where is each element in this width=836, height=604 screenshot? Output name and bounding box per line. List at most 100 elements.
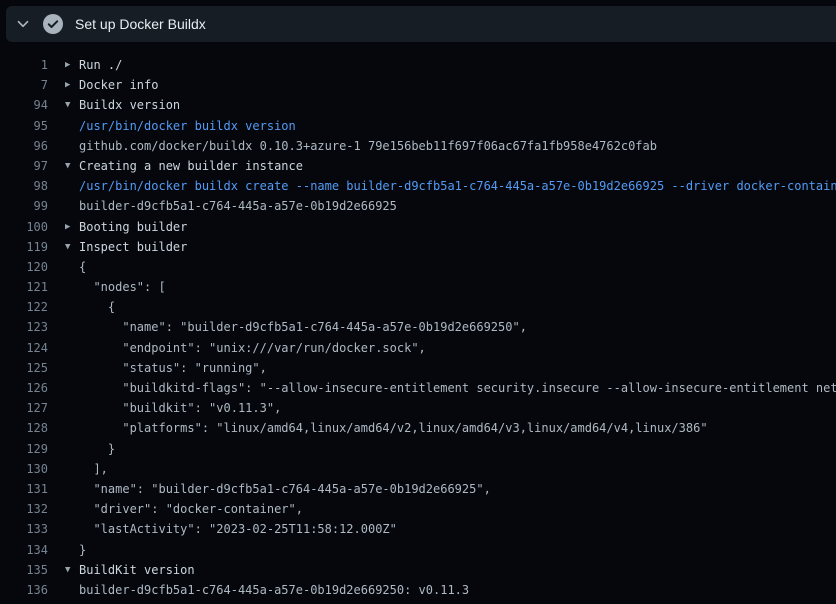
output-text: "buildkit": "v0.11.3",: [79, 398, 281, 418]
output-text: "buildkitd-flags": "--allow-insecure-ent…: [79, 378, 836, 398]
triangle-right-icon[interactable]: ▶: [65, 75, 79, 95]
group-title[interactable]: Buildx version: [79, 95, 180, 115]
line-number-link[interactable]: 99: [0, 196, 48, 216]
log-line: 120 {: [0, 257, 836, 277]
line-number-link[interactable]: 94: [0, 95, 48, 115]
output-text: "lastActivity": "2023-02-25T11:58:12.000…: [79, 519, 397, 539]
triangle-right-icon[interactable]: ▶: [65, 217, 79, 237]
line-number-link[interactable]: 121: [0, 277, 48, 297]
output-text: ],: [79, 459, 108, 479]
log-line: 130 ],: [0, 459, 836, 479]
output-text: "endpoint": "unix:///var/run/docker.sock…: [79, 338, 426, 358]
line-number-link[interactable]: 100: [0, 217, 48, 237]
line-number-link[interactable]: 7: [0, 75, 48, 95]
line-number-link[interactable]: 130: [0, 459, 48, 479]
arrow-spacer: [65, 317, 79, 337]
line-number-link[interactable]: 129: [0, 439, 48, 459]
group-title[interactable]: Inspect builder: [79, 237, 187, 257]
group-title[interactable]: Run ./: [79, 55, 122, 75]
log-group-row[interactable]: 100 ▶Booting builder: [0, 217, 836, 237]
line-number-link[interactable]: 1: [0, 55, 48, 75]
triangle-down-icon[interactable]: ▼: [65, 95, 79, 115]
line-number-link[interactable]: 134: [0, 540, 48, 560]
log-line: 95/usr/bin/docker buildx version: [0, 116, 836, 136]
line-number-link[interactable]: 119: [0, 237, 48, 257]
line-number-link[interactable]: 127: [0, 398, 48, 418]
log-line: 121 "nodes": [: [0, 277, 836, 297]
output-text: "status": "running",: [79, 358, 267, 378]
triangle-right-icon[interactable]: ▶: [65, 55, 79, 75]
line-number-link[interactable]: 132: [0, 499, 48, 519]
line-number-link[interactable]: 124: [0, 338, 48, 358]
log-area: 1▶Run ./7▶Docker info94▼Buildx version95…: [0, 42, 836, 604]
arrow-spacer: [65, 540, 79, 560]
line-number-link[interactable]: 120: [0, 257, 48, 277]
output-text: "platforms": "linux/amd64,linux/amd64/v2…: [79, 418, 708, 438]
log-group-row[interactable]: 7 ▶Docker info: [0, 75, 836, 95]
output-text: "name": "builder-d9cfb5a1-c764-445a-a57e…: [79, 317, 527, 337]
log-line: 99builder-d9cfb5a1-c764-445a-a57e-0b19d2…: [0, 196, 836, 216]
group-title[interactable]: Booting builder: [79, 217, 187, 237]
output-text: "nodes": [: [79, 277, 166, 297]
log-line: 96github.com/docker/buildx 0.10.3+azure-…: [0, 136, 836, 156]
triangle-down-icon[interactable]: ▼: [65, 237, 79, 257]
line-number-link[interactable]: 135: [0, 560, 48, 580]
arrow-spacer: [65, 499, 79, 519]
arrow-spacer: [65, 338, 79, 358]
output-text: {: [79, 257, 86, 277]
line-number-link[interactable]: 125: [0, 358, 48, 378]
log-line: 131 "name": "builder-d9cfb5a1-c764-445a-…: [0, 479, 836, 499]
line-number-link[interactable]: 131: [0, 479, 48, 499]
arrow-spacer: [65, 378, 79, 398]
log-group-row[interactable]: 97 ▼Creating a new builder instance: [0, 156, 836, 176]
arrow-spacer: [65, 439, 79, 459]
arrow-spacer: [65, 398, 79, 418]
line-number-link[interactable]: 122: [0, 297, 48, 317]
line-number-link[interactable]: 95: [0, 116, 48, 136]
group-title[interactable]: Creating a new builder instance: [79, 156, 303, 176]
log-line: 98/usr/bin/docker buildx create --name b…: [0, 176, 836, 196]
command-text: /usr/bin/docker buildx version: [79, 116, 296, 136]
arrow-spacer: [65, 196, 79, 216]
arrow-spacer: [65, 459, 79, 479]
output-text: }: [79, 540, 86, 560]
log-line: 129 }: [0, 439, 836, 459]
step-title: Set up Docker Buildx: [75, 16, 206, 32]
line-number-link[interactable]: 97: [0, 156, 48, 176]
arrow-spacer: [65, 277, 79, 297]
line-number-link[interactable]: 96: [0, 136, 48, 156]
line-number-link[interactable]: 98: [0, 176, 48, 196]
output-text: builder-d9cfb5a1-c764-445a-a57e-0b19d2e6…: [79, 580, 469, 600]
group-title[interactable]: Docker info: [79, 75, 158, 95]
line-number-link[interactable]: 133: [0, 519, 48, 539]
log-line: 126 "buildkitd-flags": "--allow-insecure…: [0, 378, 836, 398]
arrow-spacer: [65, 176, 79, 196]
check-circle-icon: [43, 14, 63, 34]
log-line: 124 "endpoint": "unix:///var/run/docker.…: [0, 338, 836, 358]
line-number-link[interactable]: 126: [0, 378, 48, 398]
actions-log-viewer: Set up Docker Buildx 1▶Run ./7▶Docker in…: [0, 0, 836, 604]
log-line: 127 "buildkit": "v0.11.3",: [0, 398, 836, 418]
chevron-down-icon: [16, 17, 30, 31]
log-line: 128 "platforms": "linux/amd64,linux/amd6…: [0, 418, 836, 438]
log-group-row[interactable]: 135 ▼BuildKit version: [0, 560, 836, 580]
arrow-spacer: [65, 519, 79, 539]
step-header[interactable]: Set up Docker Buildx: [6, 6, 836, 42]
output-text: "driver": "docker-container",: [79, 499, 303, 519]
log-line: 134}: [0, 540, 836, 560]
output-text: "name": "builder-d9cfb5a1-c764-445a-a57e…: [79, 479, 491, 499]
line-number-link[interactable]: 128: [0, 418, 48, 438]
group-title[interactable]: BuildKit version: [79, 560, 195, 580]
line-number-link[interactable]: 123: [0, 317, 48, 337]
line-number-link[interactable]: 136: [0, 580, 48, 600]
log-group-row[interactable]: 94 ▼Buildx version: [0, 95, 836, 115]
arrow-spacer: [65, 418, 79, 438]
log-line: 123 "name": "builder-d9cfb5a1-c764-445a-…: [0, 317, 836, 337]
arrow-spacer: [65, 257, 79, 277]
triangle-down-icon[interactable]: ▼: [65, 560, 79, 580]
output-text: }: [79, 439, 115, 459]
log-group-row[interactable]: 119 ▼Inspect builder: [0, 237, 836, 257]
log-line: 132 "driver": "docker-container",: [0, 499, 836, 519]
log-group-row[interactable]: 1 ▶Run ./: [0, 55, 836, 75]
triangle-down-icon[interactable]: ▼: [65, 156, 79, 176]
